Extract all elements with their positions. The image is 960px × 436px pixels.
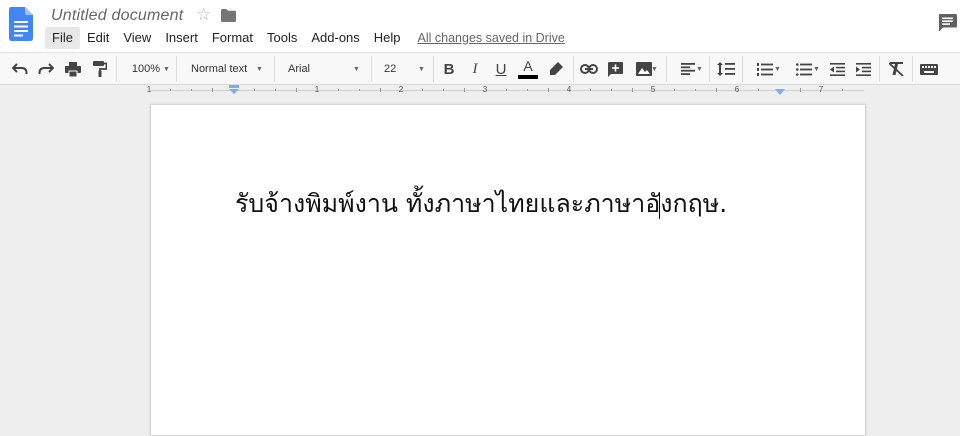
style-value: Normal text [191,63,248,75]
star-icon[interactable]: ☆ [196,4,211,26]
chevron-down-icon: ▼ [774,66,781,73]
redo-icon[interactable] [36,53,56,85]
highlight-icon[interactable] [546,53,566,85]
chevron-down-icon: ▼ [418,66,425,73]
app-header: Untitled document ☆ File Edit View Inser… [0,0,960,52]
bold-icon[interactable]: B [439,53,459,85]
text-color-icon[interactable]: A [517,53,539,85]
toolbar-divider [742,56,743,82]
underline-icon[interactable]: U [491,53,511,85]
menu-view[interactable]: View [116,27,158,49]
toolbar-divider [879,56,880,82]
menu-file[interactable]: File [45,27,80,49]
font-value: Arial [288,63,311,75]
link-icon[interactable] [579,53,599,85]
ruler-number: 1 [146,85,152,94]
chevron-down-icon: ▼ [163,66,170,73]
menu-format[interactable]: Format [205,27,260,49]
ruler-number: 4 [566,85,572,94]
bulleted-list-icon[interactable]: ▼ [787,53,821,85]
font-size-value: 22 [384,63,397,75]
save-status-link[interactable]: All changes saved in Drive [418,27,565,49]
toolbar: 100% ▼ Normal text ▼ Arial ▼ 22 ▼ B I U … [0,52,960,85]
toolbar-divider [176,56,177,82]
chevron-down-icon: ▼ [256,66,263,73]
docs-logo-icon[interactable] [9,7,33,41]
ruler-number: 3 [482,85,488,94]
font-size-select[interactable]: 22 ▼ [376,53,430,85]
menu-bar: File Edit View Insert Format Tools Add-o… [45,27,565,49]
toolbar-divider [371,56,372,82]
ruler-number: 6 [734,85,740,94]
toolbar-divider [573,56,574,82]
ruler-number: 7 [818,85,824,94]
numbered-list-icon[interactable]: ▼ [748,53,782,85]
zoom-select[interactable]: 100% ▼ [122,53,170,85]
menu-addons[interactable]: Add-ons [304,27,366,49]
style-select[interactable]: Normal text ▼ [183,53,267,85]
italic-icon[interactable]: I [465,53,485,85]
chevron-down-icon: ▼ [813,66,820,73]
insert-image-icon[interactable]: ▼ [630,53,658,85]
ruler-number: 5 [650,85,656,94]
menu-edit[interactable]: Edit [80,27,116,49]
paint-format-icon[interactable] [90,53,110,85]
align-left-icon[interactable]: ▼ [672,53,704,85]
toolbar-divider [274,56,275,82]
ruler[interactable]: 1 1 2 3 4 5 6 7 [0,85,960,96]
clear-formatting-icon[interactable] [886,53,906,85]
menu-help[interactable]: Help [367,27,408,49]
document-title[interactable]: Untitled document [51,5,183,27]
menu-insert[interactable]: Insert [158,27,205,49]
document-body-text[interactable]: รับจ้างพิมพ์งาน ทั้งภาษาไทยและภาษาอังกฤษ… [235,187,727,221]
zoom-value: 100% [131,63,161,75]
print-icon[interactable] [63,53,83,85]
keyboard-icon[interactable] [918,53,940,85]
ruler-ticks [170,88,843,92]
font-select[interactable]: Arial ▼ [280,53,364,85]
toolbar-divider [709,56,710,82]
text-color-bar [518,75,538,79]
menu-tools[interactable]: Tools [260,27,304,49]
insert-comment-icon[interactable] [605,53,625,85]
ruler-number: 2 [398,85,404,94]
ruler-number: 1 [314,85,320,94]
undo-icon[interactable] [10,53,30,85]
chevron-down-icon: ▼ [651,66,658,73]
comments-icon[interactable] [938,14,957,32]
toolbar-divider [116,56,117,82]
line-spacing-icon[interactable] [715,53,737,85]
folder-icon[interactable] [221,9,236,22]
chevron-down-icon: ▼ [696,66,703,73]
document-page[interactable]: รับจ้างพิมพ์งาน ทั้งภาษาไทยและภาษาอังกฤษ… [150,104,866,436]
toolbar-divider [912,56,913,82]
toolbar-divider [666,56,667,82]
right-indent-marker-icon[interactable] [774,89,786,95]
text-cursor [659,193,660,219]
decrease-indent-icon[interactable] [827,53,847,85]
left-indent-marker-icon[interactable] [228,85,240,95]
toolbar-divider [433,56,434,82]
chevron-down-icon: ▼ [353,66,360,73]
increase-indent-icon[interactable] [853,53,873,85]
